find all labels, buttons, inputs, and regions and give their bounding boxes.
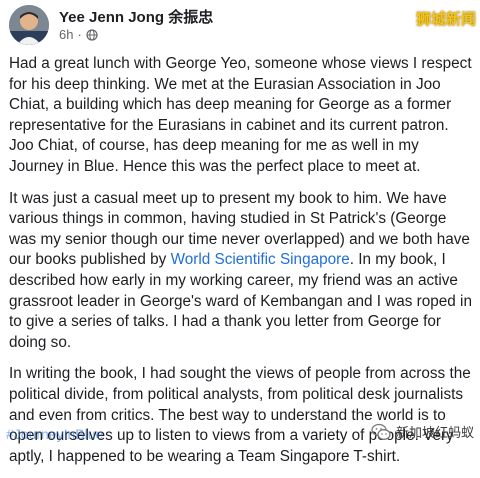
meta-separator: · [77,27,82,42]
post-header: Yee Jenn Jong 余振忠 6h · [9,5,471,45]
watermark-bottom-text: 新加坡红蚂蚁 [395,426,474,441]
post-paragraph: In writing the book, I had sought the vi… [9,365,471,465]
watermark-bottom: 新加坡红蚂蚁 [371,422,474,441]
publisher-link[interactable]: World Scientific Singapore [171,251,350,268]
hashtag-link[interactable]: #JourneyInBlue [6,426,103,442]
hashtag-row: #JourneyInBlue [6,426,109,442]
avatar-image [9,5,49,45]
avatar[interactable] [9,5,49,45]
post-body: Had a great lunch with George Yeo, someo… [9,54,473,478]
wechat-icon [371,423,391,440]
author-name[interactable]: Yee Jenn Jong 余振忠 [59,6,213,27]
post-paragraph: It was just a casual meet up to present … [9,189,473,354]
post-meta: 6h · [59,27,98,42]
watermark-top: 狮城新闻 [415,10,476,28]
post-paragraph: Had a great lunch with George Yeo, someo… [9,55,472,175]
globe-icon [86,28,98,41]
timestamp[interactable]: 6h [59,27,73,42]
